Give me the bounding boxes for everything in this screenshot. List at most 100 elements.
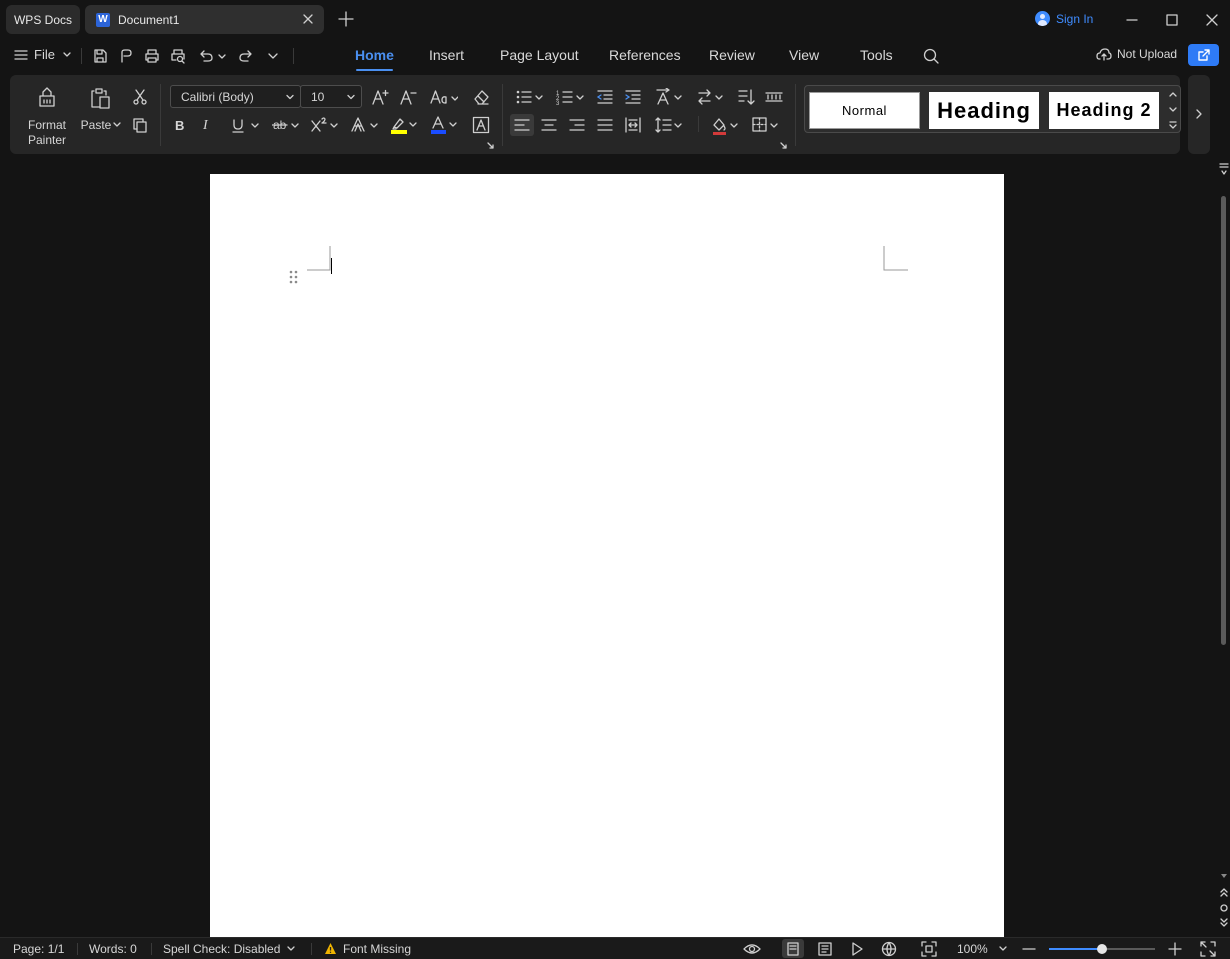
undo-icon[interactable] xyxy=(198,48,214,64)
show-paragraph-marks-icon[interactable] xyxy=(765,88,783,106)
character-border-icon[interactable] xyxy=(472,116,490,134)
share-button[interactable] xyxy=(1188,44,1219,66)
fit-to-window-icon[interactable] xyxy=(921,941,937,957)
chevron-down-icon xyxy=(63,51,71,58)
line-spacing-icon[interactable] xyxy=(655,116,685,134)
previous-page-icon[interactable] xyxy=(1219,887,1229,897)
font-name-select[interactable]: Calibri (Body) xyxy=(170,85,301,108)
ruler-toggle-icon[interactable] xyxy=(1219,162,1229,176)
align-right-icon[interactable] xyxy=(568,116,586,134)
tab-view[interactable]: View xyxy=(789,47,819,63)
print-preview-icon[interactable] xyxy=(170,48,186,64)
scroll-down-icon[interactable] xyxy=(1219,872,1229,880)
tab-tools[interactable]: Tools xyxy=(860,47,893,63)
tab-insert[interactable]: Insert xyxy=(429,47,464,63)
export-pdf-icon[interactable] xyxy=(118,48,134,64)
print-layout-view-button[interactable] xyxy=(782,939,804,958)
cut-icon[interactable] xyxy=(131,88,149,106)
zoom-out-icon[interactable] xyxy=(1022,942,1036,956)
align-center-icon[interactable] xyxy=(540,116,558,134)
save-icon[interactable] xyxy=(92,48,108,64)
cloud-upload-status[interactable]: Not Upload xyxy=(1096,47,1177,61)
spell-check-status[interactable]: Spell Check: Disabled xyxy=(163,942,280,956)
drag-handle-icon[interactable] xyxy=(289,270,299,284)
font-dialog-launcher-icon[interactable] xyxy=(487,142,495,150)
tab-document1[interactable]: W Document1 xyxy=(85,5,324,34)
borders-icon[interactable] xyxy=(751,116,781,134)
file-menu-button[interactable]: File xyxy=(14,47,71,62)
ribbon-scroll-right-button[interactable] xyxy=(1188,75,1210,154)
hamburger-icon xyxy=(14,49,28,61)
chinese-layout-icon[interactable] xyxy=(696,88,726,106)
web-layout-view-icon[interactable] xyxy=(818,942,832,956)
style-heading-label: Heading xyxy=(937,97,1031,123)
text-effects-icon[interactable] xyxy=(351,116,381,134)
shading-icon[interactable] xyxy=(711,116,741,136)
style-heading[interactable]: Heading xyxy=(929,92,1039,129)
superscript-icon[interactable] xyxy=(311,116,341,134)
copy-icon[interactable] xyxy=(131,116,149,134)
scrollbar-thumb[interactable] xyxy=(1221,196,1226,645)
maximize-icon[interactable] xyxy=(1164,12,1180,28)
style-heading-2[interactable]: Heading 2 xyxy=(1049,92,1159,129)
paragraph-dialog-launcher-icon[interactable] xyxy=(780,142,788,150)
tab-wps-docs[interactable]: WPS Docs xyxy=(6,5,80,34)
italic-icon[interactable]: I xyxy=(203,118,221,136)
fullscreen-icon[interactable] xyxy=(1200,941,1216,957)
undo-history-chevron-icon[interactable] xyxy=(218,48,226,64)
numbering-icon[interactable]: 123 xyxy=(556,88,586,106)
customize-quick-access-icon[interactable] xyxy=(265,48,281,64)
change-case-icon[interactable] xyxy=(430,88,458,106)
font-color-icon[interactable] xyxy=(430,115,460,135)
zoom-presets-chevron-icon[interactable] xyxy=(999,946,1007,952)
spell-check-chevron-icon[interactable] xyxy=(287,946,295,952)
close-window-icon[interactable] xyxy=(1204,12,1220,28)
reading-mode-icon[interactable] xyxy=(850,942,864,956)
styles-scroll-up-icon[interactable] xyxy=(1168,90,1178,98)
tab-page-layout[interactable]: Page Layout xyxy=(500,47,579,63)
new-tab-icon[interactable] xyxy=(337,10,355,28)
font-missing-notice[interactable]: Font Missing xyxy=(343,942,411,956)
style-normal[interactable]: Normal xyxy=(809,92,920,129)
tab-references[interactable]: References xyxy=(609,47,681,63)
increase-font-size-icon[interactable] xyxy=(371,88,389,106)
font-size-select[interactable]: 10 xyxy=(300,85,362,108)
page-indicator[interactable]: Page: 1/1 xyxy=(13,942,64,956)
text-direction-icon[interactable] xyxy=(655,88,685,106)
globe-icon[interactable] xyxy=(881,941,897,957)
increase-indent-icon[interactable] xyxy=(624,88,642,106)
highlight-color-icon[interactable] xyxy=(390,115,420,135)
bullets-icon[interactable] xyxy=(515,88,545,106)
strikethrough-icon[interactable]: ab xyxy=(272,116,302,134)
document-page[interactable] xyxy=(210,174,1004,937)
bold-icon[interactable]: B xyxy=(175,118,193,136)
search-icon[interactable] xyxy=(922,47,939,64)
paste-button[interactable]: Paste xyxy=(80,84,122,136)
format-painter-button[interactable]: Format Painter xyxy=(22,84,72,148)
print-icon[interactable] xyxy=(144,48,160,64)
styles-scroll-down-icon[interactable] xyxy=(1168,106,1178,114)
justify-icon[interactable] xyxy=(596,116,614,134)
tab-home[interactable]: Home xyxy=(355,47,394,63)
tab-review[interactable]: Review xyxy=(709,47,755,63)
distributed-align-icon[interactable] xyxy=(624,116,642,134)
sort-icon[interactable] xyxy=(737,88,755,106)
eye-protection-icon[interactable] xyxy=(743,942,761,956)
clear-formatting-icon[interactable] xyxy=(472,88,490,106)
zoom-in-icon[interactable] xyxy=(1168,942,1182,956)
underline-icon[interactable] xyxy=(232,116,262,134)
close-tab-icon[interactable] xyxy=(301,12,315,26)
redo-icon[interactable] xyxy=(238,48,254,64)
minimize-icon[interactable] xyxy=(1124,12,1140,28)
zoom-level[interactable]: 100% xyxy=(957,942,988,956)
browse-object-icon[interactable] xyxy=(1219,903,1229,913)
next-page-icon[interactable] xyxy=(1219,918,1229,928)
decrease-indent-icon[interactable] xyxy=(596,88,614,106)
sign-in-label: Sign In xyxy=(1056,11,1094,26)
zoom-slider-knob[interactable] xyxy=(1097,944,1107,954)
word-count[interactable]: Words: 0 xyxy=(89,942,137,956)
sign-in-button[interactable]: Sign In xyxy=(1035,11,1093,26)
decrease-font-size-icon[interactable] xyxy=(399,88,417,106)
styles-more-icon[interactable] xyxy=(1168,120,1178,130)
align-left-button[interactable] xyxy=(510,114,534,136)
